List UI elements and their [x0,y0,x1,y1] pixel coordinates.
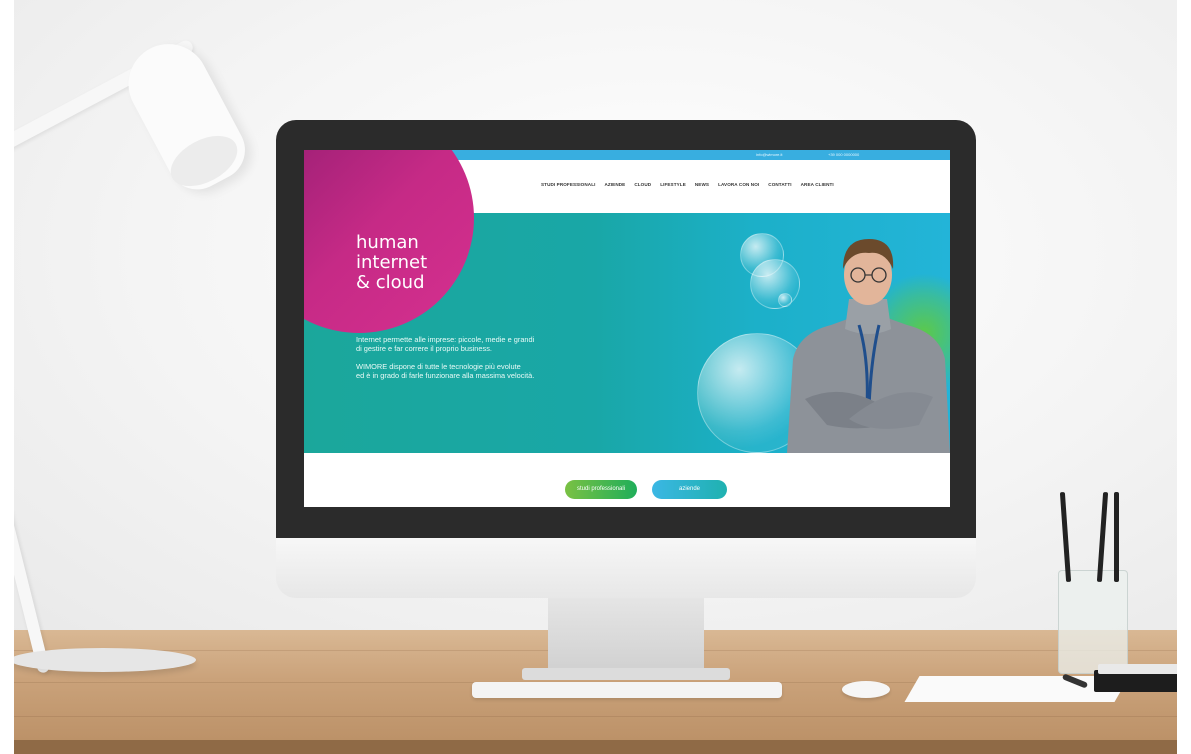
frame-border-left [0,0,14,754]
hero-title-line: human [356,232,419,253]
hero-paragraph-1: Internet permette alle imprese: piccole,… [356,335,616,353]
mouse[interactable] [842,681,890,698]
monitor-foot [522,668,730,680]
pencil-cup [1058,570,1128,674]
hero-title-line: & cloud [356,272,425,293]
hero-title-line: internet [356,252,428,273]
topbar-phone[interactable]: +39 000 0000000 [828,151,859,159]
nav-cloud[interactable]: CLOUD [634,182,651,187]
nav-lavora-con-noi[interactable]: LAVORA CON NOI [718,182,759,187]
aziende-button[interactable]: aziende [652,480,727,499]
nav-contatti[interactable]: CONTATTI [768,182,791,187]
monitor-chin [276,538,976,598]
hero-text-line: di gestire e far correre il proprio busi… [356,343,492,353]
hero-paragraph-2: WIMORE dispone di tutte le tecnologie pi… [356,362,616,380]
monitor-stand [548,598,704,674]
lamp-base [10,648,196,672]
wood-grain [0,716,1191,717]
cta-row: studi professionali aziende [304,453,950,507]
topbar-email[interactable]: info@wimore.it [756,151,783,159]
frame-border-right [1177,0,1191,754]
person-photo [787,239,950,453]
monitor-screen: info@wimore.it +39 000 0000000 wimore ST… [304,150,950,507]
keyboard[interactable] [472,682,782,698]
nav-studi-professionali[interactable]: STUDI PROFESSIONALI [541,182,595,187]
desk-edge [0,740,1191,754]
nav-area-clienti[interactable]: AREA CLIENTI [801,182,834,187]
hero-text-line: ed è in grado di farle funzionare alla m… [356,370,535,380]
pencil [1114,492,1119,582]
studi-professionali-button[interactable]: studi professionali [565,480,637,499]
hero-banner: human internet & cloud Internet permette… [304,150,950,453]
main-nav: STUDI PROFESSIONALI AZIENDE CLOUD LIFEST… [541,182,834,187]
nav-lifestyle[interactable]: LIFESTYLE [660,182,686,187]
nav-news[interactable]: NEWS [695,182,709,187]
nav-aziende[interactable]: AZIENDE [604,182,625,187]
hero-title: human internet & cloud [356,233,476,293]
